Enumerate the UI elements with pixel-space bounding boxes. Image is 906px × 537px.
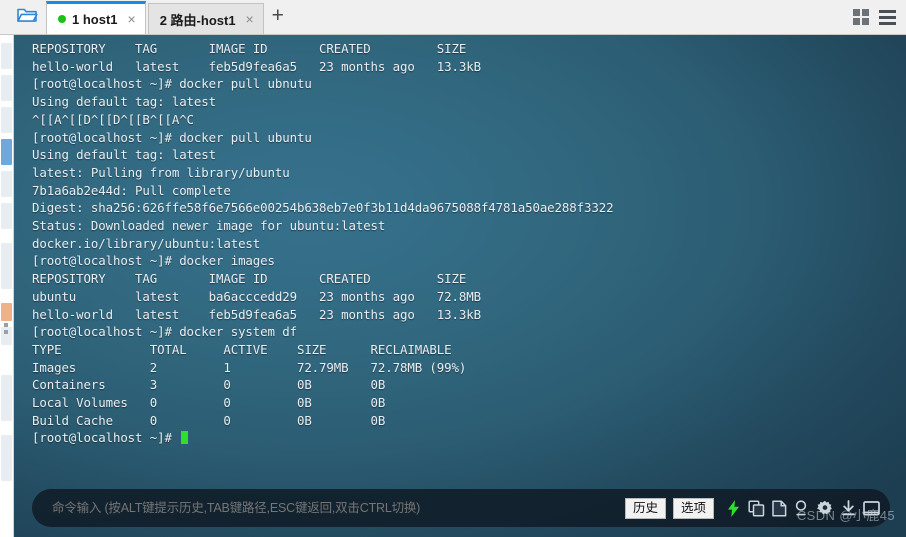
terminal-line: hello-world latest feb5d9fea6a5 23 month… (32, 306, 481, 322)
terminal-line: Containers 3 0 0B 0B (32, 377, 386, 393)
terminal-app-window: 1 host1 × 2 路由-host1 × + REPOSITORY TAG … (0, 0, 906, 537)
open-folder-button[interactable] (8, 0, 46, 34)
grid-cell (853, 9, 860, 16)
terminal-line: [root@localhost ~]# docker pull ubnutu (32, 76, 312, 92)
rail-segment (1, 171, 12, 197)
terminal-cursor (181, 431, 189, 445)
terminal-line: [root@localhost ~]# docker pull ubuntu (32, 129, 312, 145)
command-input[interactable] (50, 500, 618, 516)
rail-segment (1, 75, 12, 101)
paste-icon[interactable] (770, 499, 788, 517)
terminal-line: Digest: sha256:626ffe58f6e7566e00254b638… (32, 200, 614, 216)
terminal-line: Local Volumes 0 0 0B 0B (32, 395, 386, 411)
terminal-line: [root@localhost ~]# docker system df (32, 324, 297, 340)
tab-label: 1 host1 (72, 11, 118, 27)
terminal-line: ubuntu latest ba6acccedd29 23 months ago… (32, 288, 481, 304)
terminal-line: Status: Downloaded newer image for ubunt… (32, 218, 386, 234)
terminal-line: Build Cache 0 0 0B 0B (32, 412, 386, 428)
dot (4, 323, 8, 327)
terminal-line: TYPE TOTAL ACTIVE SIZE RECLAIMABLE (32, 341, 452, 357)
grid-view-icon[interactable] (853, 9, 869, 25)
tab-route-host1[interactable]: 2 路由-host1 × (147, 3, 264, 34)
new-tab-button[interactable]: + (264, 0, 292, 34)
shell-prompt: [root@localhost ~]# (32, 430, 180, 446)
terminal-line: Images 2 1 72.79MB 72.78MB (99%) (32, 359, 467, 375)
rail-drag-handle[interactable] (4, 323, 8, 334)
lightning-bolt-icon[interactable] (724, 499, 742, 517)
gear-icon[interactable] (816, 499, 834, 517)
tab-status-dot (58, 15, 66, 23)
tab-bar: 1 host1 × 2 路由-host1 × + (0, 0, 906, 35)
window-icon[interactable] (862, 499, 880, 517)
copy-icon[interactable] (747, 499, 765, 517)
rail-segment (1, 43, 12, 69)
hamburger-menu-icon[interactable] (879, 9, 896, 25)
menu-line (879, 9, 896, 13)
terminal-line: REPOSITORY TAG IMAGE ID CREATED SIZE (32, 271, 467, 287)
rail-segment-highlight (1, 303, 12, 321)
open-folder-icon (16, 6, 38, 29)
grid-cell (862, 18, 869, 25)
tab-host1[interactable]: 1 host1 × (46, 1, 146, 34)
collapsed-sidebar-rail[interactable] (0, 35, 14, 537)
tab-close-icon[interactable]: × (246, 12, 254, 26)
rail-segment (1, 203, 12, 229)
terminal-line: docker.io/library/ubuntu:latest (32, 235, 261, 251)
terminal-screen[interactable]: REPOSITORY TAG IMAGE ID CREATED SIZE hel… (14, 35, 906, 537)
grid-cell (853, 18, 860, 25)
rail-segment-active (1, 139, 12, 165)
terminal-line: hello-world latest feb5d9fea6a5 23 month… (32, 58, 481, 74)
rail-segment (1, 243, 12, 289)
command-bar-icons (724, 499, 880, 517)
tab-bar-actions (853, 0, 906, 34)
terminal-line: 7b1a6ab2e44d: Pull complete (32, 182, 231, 198)
options-button[interactable]: 选项 (672, 497, 714, 519)
menu-line (879, 15, 896, 19)
grid-cell (862, 9, 869, 16)
dot (4, 330, 8, 334)
rail-segment (1, 107, 12, 133)
rail-segment (1, 435, 12, 481)
rail-segment (1, 375, 12, 421)
terminal-line: ^[[A^[[D^[[D^[[B^[[A^C (32, 111, 194, 127)
terminal-line: Using default tag: latest (32, 94, 216, 110)
tab-close-icon[interactable]: × (128, 12, 136, 26)
command-input-bar[interactable]: 历史 选项 (32, 489, 890, 527)
download-icon[interactable] (839, 499, 857, 517)
history-button[interactable]: 历史 (624, 497, 666, 519)
search-icon[interactable] (793, 499, 811, 517)
terminal-line: [root@localhost ~]# docker images (32, 253, 275, 269)
tab-label: 2 路由-host1 (159, 12, 236, 28)
terminal-line: REPOSITORY TAG IMAGE ID CREATED SIZE (32, 41, 467, 56)
terminal-line: Using default tag: latest (32, 147, 216, 163)
terminal-output: REPOSITORY TAG IMAGE ID CREATED SIZE hel… (14, 35, 906, 537)
terminal-line: latest: Pulling from library/ubuntu (32, 164, 290, 180)
main-body: REPOSITORY TAG IMAGE ID CREATED SIZE hel… (0, 35, 906, 537)
terminal-prompt-line: [root@localhost ~]# (32, 429, 906, 447)
menu-line (879, 21, 896, 25)
